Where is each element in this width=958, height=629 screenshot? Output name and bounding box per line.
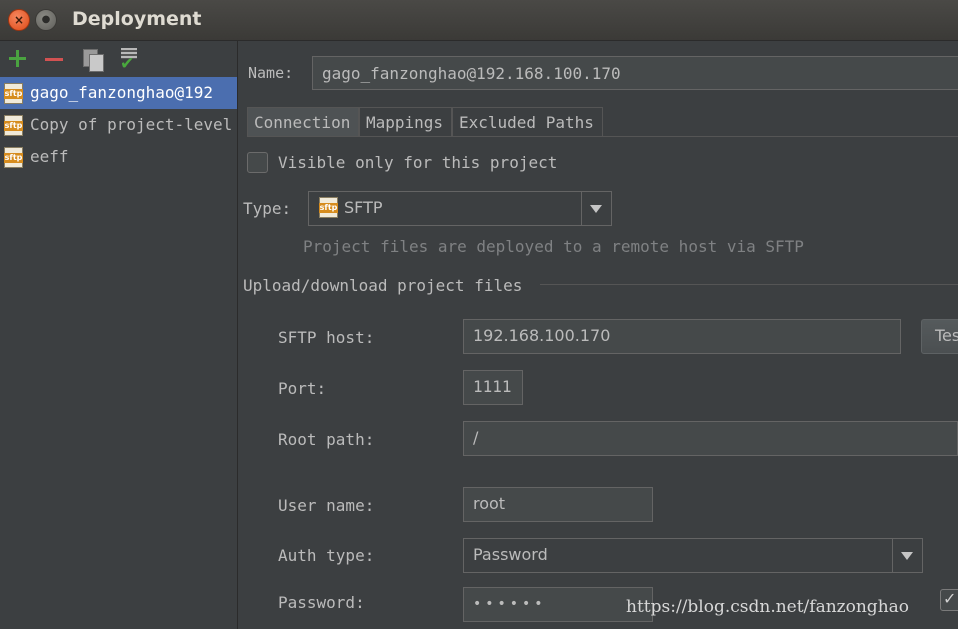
user-name-input[interactable]: root — [463, 487, 653, 522]
sftp-icon: sftp — [319, 197, 338, 218]
server-sidebar: ✔ sftp gago_fanzonghao@192 sftp Copy of … — [0, 41, 238, 629]
tab-excluded-paths[interactable]: Excluded Paths — [452, 107, 603, 136]
window-close-button[interactable]: × — [8, 9, 30, 31]
sftp-icon: sftp — [4, 83, 23, 104]
name-input[interactable]: gago_fanzonghao@192.168.100.170 — [312, 56, 958, 90]
watermark: https://blog.csdn.net/fanzonghao — [626, 597, 910, 617]
server-list-item[interactable]: sftp gago_fanzonghao@192 — [0, 77, 237, 109]
server-list: sftp gago_fanzonghao@192 sftp Copy of pr… — [0, 77, 237, 173]
chevron-down-icon — [901, 552, 913, 560]
port-input[interactable]: 1111 — [463, 370, 523, 405]
save-password-checkbox[interactable]: ✓ — [940, 589, 958, 611]
server-label: eeff — [30, 147, 69, 166]
server-label: gago_fanzonghao@192 — [30, 83, 214, 102]
root-path-label: Root path: — [278, 430, 375, 449]
server-label: Copy of project-level — [30, 115, 233, 134]
sftp-host-label: SFTP host: — [278, 328, 375, 347]
section-title: Upload/download project files — [243, 276, 523, 295]
sftp-host-input[interactable]: 192.168.100.170 — [463, 319, 901, 354]
close-icon: × — [13, 13, 25, 27]
use-as-default-button[interactable]: ✔ — [117, 45, 143, 73]
auth-type-select[interactable]: Password — [463, 538, 923, 573]
tab-mappings[interactable]: Mappings — [359, 107, 452, 136]
type-select[interactable]: sftp SFTP — [308, 191, 612, 226]
combo-separator — [892, 539, 893, 572]
sftp-icon: sftp — [4, 115, 23, 136]
type-hint: Project files are deployed to a remote h… — [303, 237, 804, 256]
test-connection-button[interactable]: Test — [921, 319, 958, 354]
password-input[interactable]: •••••• — [463, 587, 653, 622]
auth-type-label: Auth type: — [278, 546, 375, 565]
type-label: Type: — [243, 199, 292, 218]
chevron-down-icon — [590, 205, 602, 213]
password-label: Password: — [278, 593, 365, 612]
port-label: Port: — [278, 379, 327, 398]
name-label: Name: — [248, 64, 294, 82]
window-titlebar: × ● Deployment — [0, 0, 958, 41]
root-path-input[interactable]: / — [463, 421, 958, 456]
server-list-item[interactable]: sftp Copy of project-level — [0, 109, 237, 141]
remove-server-button[interactable] — [41, 45, 67, 71]
server-list-item[interactable]: sftp eeff — [0, 141, 237, 173]
window-minimize-button[interactable]: ● — [35, 9, 57, 31]
type-value: SFTP — [344, 198, 383, 217]
combo-separator — [581, 192, 582, 225]
sidebar-toolbar: ✔ — [0, 41, 237, 77]
visible-only-checkbox[interactable] — [247, 152, 268, 173]
visible-only-label: Visible only for this project — [278, 153, 558, 172]
section-divider — [540, 284, 958, 285]
check-icon: ✓ — [943, 589, 957, 608]
user-name-label: User name: — [278, 496, 375, 515]
auth-type-value: Password — [473, 545, 548, 564]
window-title: Deployment — [72, 8, 202, 30]
add-server-button[interactable] — [4, 45, 30, 71]
minimize-icon: ● — [41, 14, 51, 25]
tab-connection[interactable]: Connection — [247, 107, 359, 136]
sftp-icon: sftp — [4, 147, 23, 168]
copy-server-button[interactable] — [80, 45, 106, 72]
tab-divider — [247, 136, 958, 137]
